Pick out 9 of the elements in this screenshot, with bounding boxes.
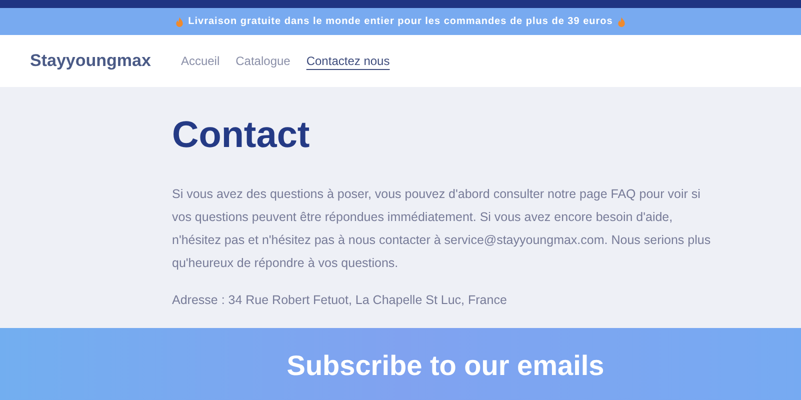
- fire-icon: [616, 16, 626, 26]
- nav-link[interactable]: Contactez nous: [306, 52, 390, 70]
- address-text: Adresse : 34 Rue Robert Fetuot, La Chapelle St Luc, France: [172, 292, 508, 309]
- announcement-text: Livraison gratuite dans le monde entier pour les commandes de plus de 39 euros: [188, 15, 613, 29]
- page-title: Contact: [172, 115, 311, 155]
- brand-logo[interactable]: Stayyoungmax: [30, 48, 151, 74]
- contact-paragraph: Si vous avez des questions à poser, vous pouvez d'abord consulter notre page FAQ pour voir si vos questions peuvent être répondues immédiatement. Si vous avez encore besoin d'aide, n'hésitez pas et n'hésitez pas à nous contacter à service@stayyoungmax.com. Nous serions plus qu'heureux de répondre à vos questions.: [172, 186, 712, 272]
- newsletter-title: Subscribe to our emails: [286, 350, 604, 383]
- fire-icon: [175, 16, 184, 26]
